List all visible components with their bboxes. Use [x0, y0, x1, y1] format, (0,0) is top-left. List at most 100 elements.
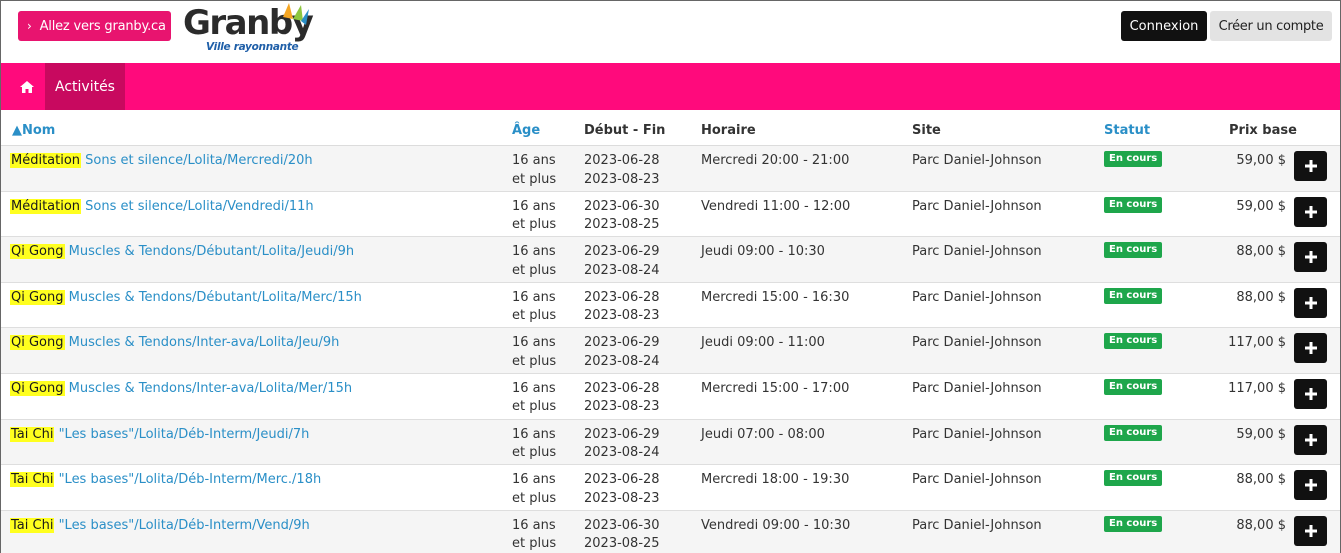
start-date: 2023-06-29 [584, 335, 660, 351]
dates-cell: 2023-06-29 2023-08-24 [584, 243, 660, 280]
schedule-cell: Vendredi 09:00 - 10:30 [701, 517, 851, 533]
status-badge: En cours [1104, 470, 1163, 487]
dates-cell: 2023-06-30 2023-08-25 [584, 198, 660, 235]
activity-name-highlight: Tai Chi [10, 517, 55, 533]
add-to-cart-button[interactable] [1294, 333, 1327, 364]
end-date: 2023-08-24 [584, 353, 660, 369]
age-cell: 16 ans et plus [512, 517, 556, 553]
site-cell: Parc Daniel-Johnson [912, 153, 1042, 168]
plus-icon [1304, 387, 1317, 400]
schedule-cell: Jeudi 07:00 - 08:00 [701, 426, 825, 442]
activity-name-link[interactable]: Méditation Sons et silence/Lolita/Mercre… [10, 152, 313, 171]
table-row: Qi Gong Muscles & Tendons/Débutant/Lolit… [1, 237, 1340, 283]
add-to-cart-button[interactable] [1294, 287, 1327, 318]
tab-activites[interactable]: Activités [45, 63, 125, 110]
column-header-statut[interactable]: Statut [1104, 123, 1150, 138]
dates-cell: 2023-06-28 2023-08-23 [584, 152, 660, 189]
add-to-cart-button[interactable] [1294, 378, 1327, 409]
schedule-cell: Mercredi 15:00 - 16:30 [701, 289, 850, 305]
schedule-cell: Mercredi 18:00 - 19:30 [701, 472, 850, 488]
top-header: › Allez vers granby.ca Granby Ville rayo… [1, 1, 1340, 63]
end-date: 2023-08-23 [584, 308, 660, 324]
end-date: 2023-08-24 [584, 262, 660, 278]
add-to-cart-button[interactable] [1294, 515, 1327, 546]
activity-name-link[interactable]: Qi Gong Muscles & Tendons/Inter-ava/Loli… [10, 334, 339, 353]
start-date: 2023-06-29 [584, 426, 660, 442]
activity-name-link[interactable]: Qi Gong Muscles & Tendons/Inter-ava/Loli… [10, 380, 352, 399]
age-line-1: 16 ans [512, 289, 556, 305]
status-badge: En cours [1104, 287, 1163, 304]
age-line-1: 16 ans [512, 244, 556, 260]
age-line-1: 16 ans [512, 380, 556, 396]
age-line-2: et plus [512, 445, 557, 461]
schedule-cell: Jeudi 09:00 - 11:00 [701, 335, 825, 351]
start-date: 2023-06-29 [584, 244, 660, 260]
start-date: 2023-06-28 [584, 153, 660, 168]
add-to-cart-button[interactable] [1294, 196, 1327, 227]
activity-name-link[interactable]: Tai Chi "Les bases"/Lolita/Déb-Interm/Je… [10, 426, 309, 445]
logo-tagline: Ville rayonnante [206, 41, 299, 53]
age-line-1: 16 ans [512, 335, 556, 351]
activity-name-rest: "Les bases"/Lolita/Déb-Interm/Merc./18h [54, 472, 322, 488]
status-badge: En cours [1104, 378, 1163, 395]
dates-cell: 2023-06-30 2023-08-25 [584, 517, 660, 553]
add-to-cart-button[interactable] [1294, 242, 1327, 273]
status-badge: En cours [1104, 424, 1163, 441]
logo-leaves-icon [283, 3, 309, 25]
activity-name-link[interactable]: Tai Chi "Les bases"/Lolita/Déb-Interm/Me… [10, 471, 321, 490]
schedule-cell: Mercredi 20:00 - 21:00 [701, 153, 850, 168]
dates-cell: 2023-06-28 2023-08-23 [584, 471, 660, 508]
activity-name-rest: Muscles & Tendons/Débutant/Lolita/Jeudi/… [64, 244, 355, 260]
age-line-2: et plus [512, 171, 557, 187]
end-date: 2023-08-23 [584, 171, 660, 187]
add-to-cart-button[interactable] [1294, 151, 1327, 181]
create-account-button[interactable]: Créer un compte [1210, 11, 1332, 41]
price-cell: 88,00 $ [1236, 517, 1286, 533]
price-cell: 59,00 $ [1236, 426, 1286, 442]
price-cell: 59,00 $ [1236, 153, 1286, 168]
age-cell: 16 ans et plus [512, 471, 556, 508]
plus-icon [1304, 205, 1317, 218]
activity-name-link[interactable]: Tai Chi "Les bases"/Lolita/Déb-Interm/Ve… [10, 517, 310, 536]
activity-name-link[interactable]: Qi Gong Muscles & Tendons/Débutant/Lolit… [10, 289, 362, 308]
site-cell: Parc Daniel-Johnson [912, 335, 1042, 351]
age-line-2: et plus [512, 399, 557, 415]
age-line-2: et plus [512, 353, 557, 369]
status-badge: En cours [1104, 242, 1163, 259]
age-line-2: et plus [512, 490, 557, 506]
column-header-horaire: Horaire [701, 123, 756, 138]
plus-icon [1304, 479, 1317, 492]
dates-cell: 2023-06-28 2023-08-23 [584, 289, 660, 326]
activity-name-highlight: Méditation [10, 153, 82, 168]
home-icon [20, 80, 34, 93]
start-date: 2023-06-30 [584, 198, 660, 214]
home-nav-item[interactable] [10, 63, 44, 110]
table-row: Tai Chi "Les bases"/Lolita/Déb-Interm/Me… [1, 465, 1340, 511]
site-cell: Parc Daniel-Johnson [912, 472, 1042, 488]
activity-name-highlight: Qi Gong [10, 335, 65, 351]
goto-granby-label: Allez vers granby.ca [39, 18, 166, 34]
add-to-cart-button[interactable] [1294, 470, 1327, 501]
age-cell: 16 ans et plus [512, 380, 556, 417]
start-date: 2023-06-30 [584, 517, 660, 533]
add-to-cart-button[interactable] [1294, 424, 1327, 455]
age-line-1: 16 ans [512, 153, 556, 168]
login-button[interactable]: Connexion [1121, 11, 1207, 41]
column-header-age[interactable]: Âge [512, 123, 540, 138]
table-row: Qi Gong Muscles & Tendons/Débutant/Lolit… [1, 283, 1340, 329]
price-cell: 117,00 $ [1228, 335, 1286, 351]
activity-name-rest: "Les bases"/Lolita/Déb-Interm/Vend/9h [54, 517, 310, 533]
site-cell: Parc Daniel-Johnson [912, 380, 1042, 396]
status-badge: En cours [1104, 151, 1163, 167]
table-row: Tai Chi "Les bases"/Lolita/Déb-Interm/Je… [1, 419, 1340, 466]
activity-name-link[interactable]: Qi Gong Muscles & Tendons/Débutant/Lolit… [10, 243, 354, 262]
schedule-cell: Vendredi 11:00 - 12:00 [701, 198, 851, 214]
table-row: Qi Gong Muscles & Tendons/Inter-ava/Loli… [1, 374, 1340, 420]
granby-logo[interactable]: Granby Ville rayonnante [183, 3, 314, 55]
age-line-1: 16 ans [512, 517, 556, 533]
column-header-dates: Début - Fin [584, 123, 666, 138]
goto-granby-button[interactable]: › Allez vers granby.ca [18, 11, 171, 41]
activity-name-link[interactable]: Méditation Sons et silence/Lolita/Vendre… [10, 198, 314, 217]
dates-cell: 2023-06-29 2023-08-24 [584, 334, 660, 371]
column-header-nom[interactable]: ▲Nom [12, 123, 55, 138]
